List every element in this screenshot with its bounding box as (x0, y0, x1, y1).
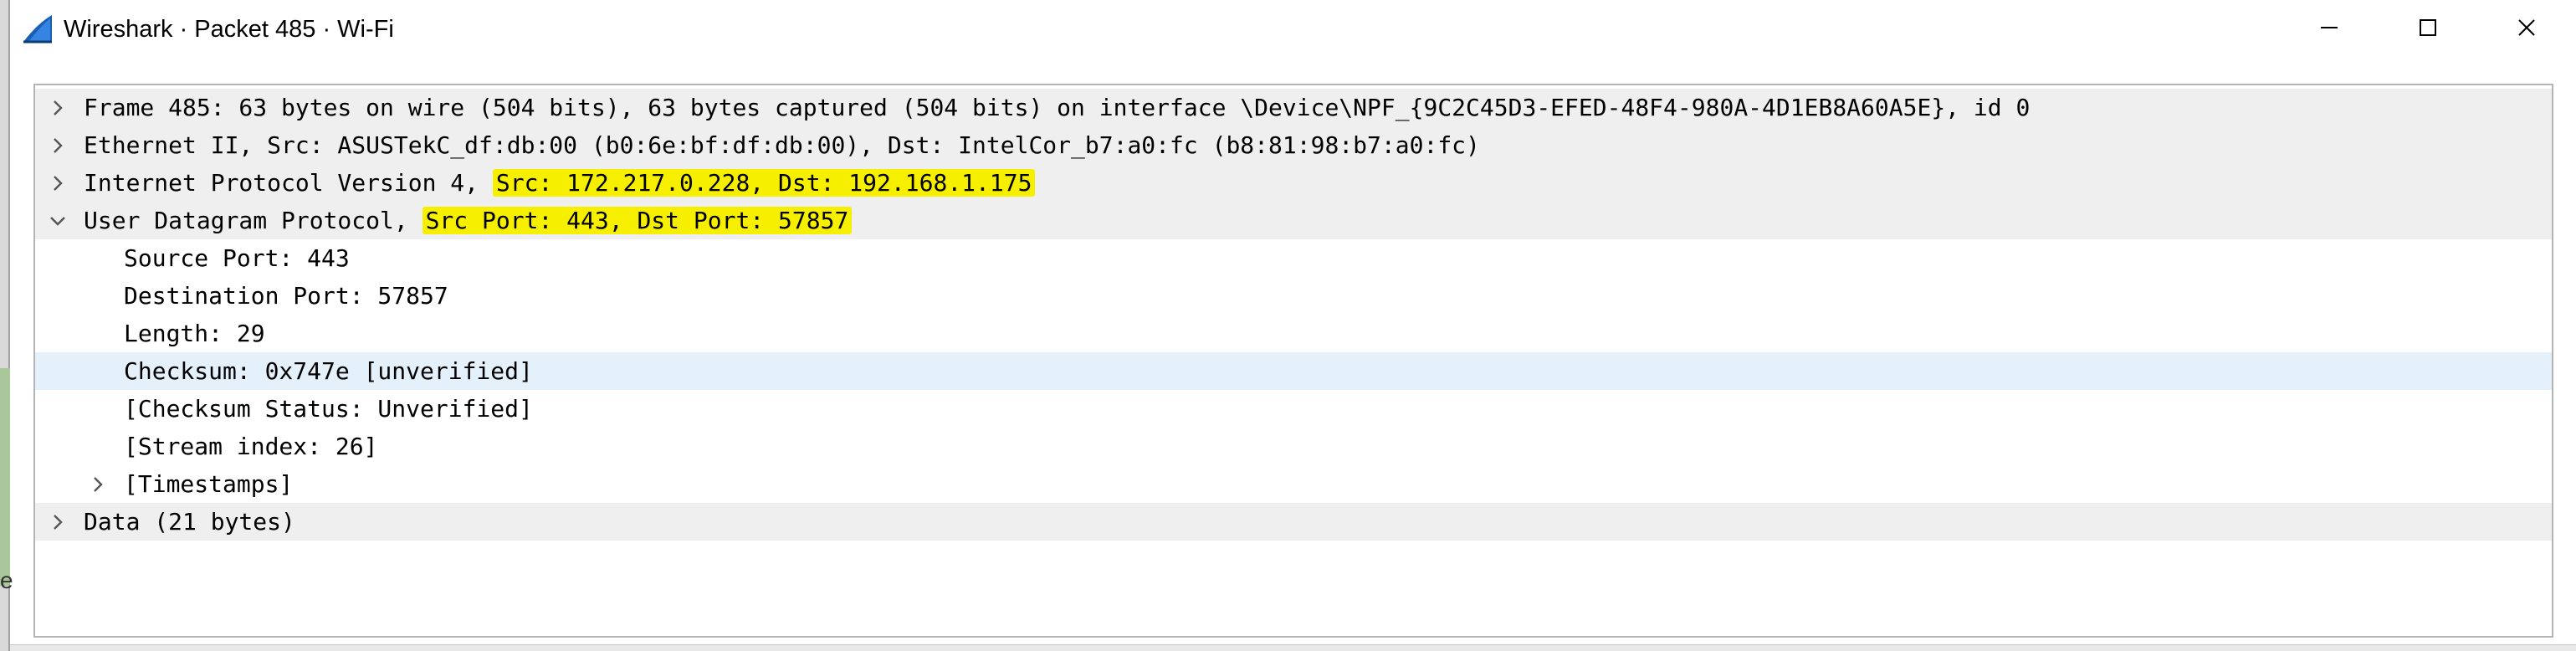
udp-prefix: User Datagram Protocol, (84, 207, 423, 234)
tree-row-label: Data (21 bytes) (84, 508, 295, 536)
tree-row-source-port[interactable]: Source Port: 443 (35, 239, 2552, 277)
minimize-icon (2320, 18, 2338, 41)
tree-row-label: [Checksum Status: Unverified] (124, 395, 533, 423)
tree-row-label: [Timestamps] (124, 470, 294, 498)
chevron-right-icon[interactable] (87, 465, 109, 503)
tree-row-udp[interactable]: User Datagram Protocol, Src Port: 443, D… (35, 202, 2552, 239)
background-window-strip (0, 368, 10, 586)
tree-row-label: Source Port: 443 (124, 244, 350, 272)
maximize-button[interactable] (2379, 0, 2477, 59)
packet-detail-window: e Wireshark · Packet 485 · Wi-Fi Frame 4… (0, 0, 2576, 651)
tree-row-label: Frame 485: 63 bytes on wire (504 bits), … (84, 94, 2031, 121)
tree-row-checksum[interactable]: Checksum: 0x747e [unverified] (35, 352, 2552, 390)
chevron-down-icon[interactable] (47, 202, 69, 239)
tree-row-ipv4[interactable]: Internet Protocol Version 4, Src: 172.21… (35, 164, 2552, 202)
title-bar[interactable]: Wireshark · Packet 485 · Wi-Fi (10, 0, 2576, 59)
tree-row-stream-index[interactable]: [Stream index: 26] (35, 428, 2552, 465)
packet-details-tree[interactable]: Frame 485: 63 bytes on wire (504 bits), … (33, 84, 2553, 638)
window-controls (2280, 0, 2576, 59)
tree-row-label: Internet Protocol Version 4, Src: 172.21… (84, 164, 1036, 202)
close-icon (2517, 18, 2536, 41)
tree-row-label: Ethernet II, Src: ASUSTekC_df:db:00 (b0:… (84, 131, 1480, 159)
tree-row-timestamps[interactable]: [Timestamps] (35, 465, 2552, 503)
chevron-right-icon[interactable] (47, 503, 69, 541)
tree-row-label: Destination Port: 57857 (124, 282, 448, 310)
tree-row-label: User Datagram Protocol, Src Port: 443, D… (84, 202, 853, 239)
tree-row-label: Length: 29 (124, 320, 265, 347)
wireshark-fin-icon (22, 13, 54, 45)
tree-row-label: [Stream index: 26] (124, 433, 378, 460)
maximize-icon (2419, 18, 2437, 41)
tree-row-checksum-status[interactable]: [Checksum Status: Unverified] (35, 390, 2552, 428)
window-title: Wireshark · Packet 485 · Wi-Fi (64, 15, 394, 43)
chevron-right-icon[interactable] (47, 89, 69, 126)
tree-row-data[interactable]: Data (21 bytes) (35, 503, 2552, 541)
tree-row-frame[interactable]: Frame 485: 63 bytes on wire (504 bits), … (35, 89, 2552, 126)
background-window-glyph: e (0, 567, 13, 593)
tree-row-length[interactable]: Length: 29 (35, 315, 2552, 352)
tree-row-destination-port[interactable]: Destination Port: 57857 (35, 277, 2552, 315)
chevron-right-icon[interactable] (47, 164, 69, 202)
ip-prefix: Internet Protocol Version 4, (84, 169, 493, 197)
tree-row-ethernet[interactable]: Ethernet II, Src: ASUSTekC_df:db:00 (b0:… (35, 126, 2552, 164)
minimize-button[interactable] (2280, 0, 2379, 59)
chevron-right-icon[interactable] (47, 126, 69, 164)
close-button[interactable] (2477, 0, 2576, 59)
tree-row-label: Checksum: 0x747e [unverified] (124, 357, 533, 385)
udp-ports-highlight: Src Port: 443, Dst Port: 57857 (422, 207, 853, 234)
background-window-edge: e (0, 0, 13, 651)
ip-address-highlight: Src: 172.217.0.228, Dst: 192.168.1.175 (492, 169, 1036, 197)
window-bottom-edge (10, 644, 2576, 651)
